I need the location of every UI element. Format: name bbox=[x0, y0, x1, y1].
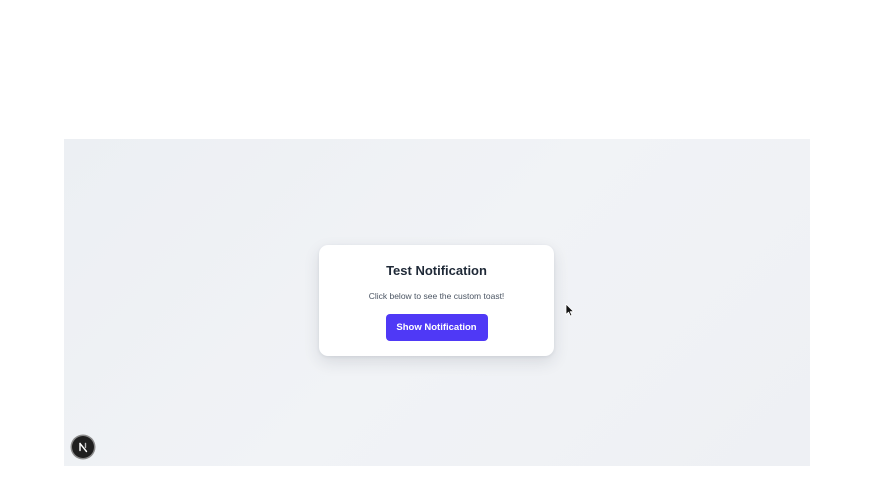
notification-card: Test Notification Click below to see the… bbox=[319, 245, 554, 356]
mouse-pointer-icon bbox=[565, 303, 574, 317]
nextjs-dev-indicator-button[interactable] bbox=[72, 436, 94, 458]
show-notification-button[interactable]: Show Notification bbox=[385, 314, 488, 341]
card-title: Test Notification bbox=[386, 263, 487, 278]
app-viewport: Test Notification Click below to see the… bbox=[64, 139, 810, 466]
card-subtitle: Click below to see the custom toast! bbox=[368, 291, 505, 301]
nextjs-logo-icon bbox=[79, 442, 88, 453]
